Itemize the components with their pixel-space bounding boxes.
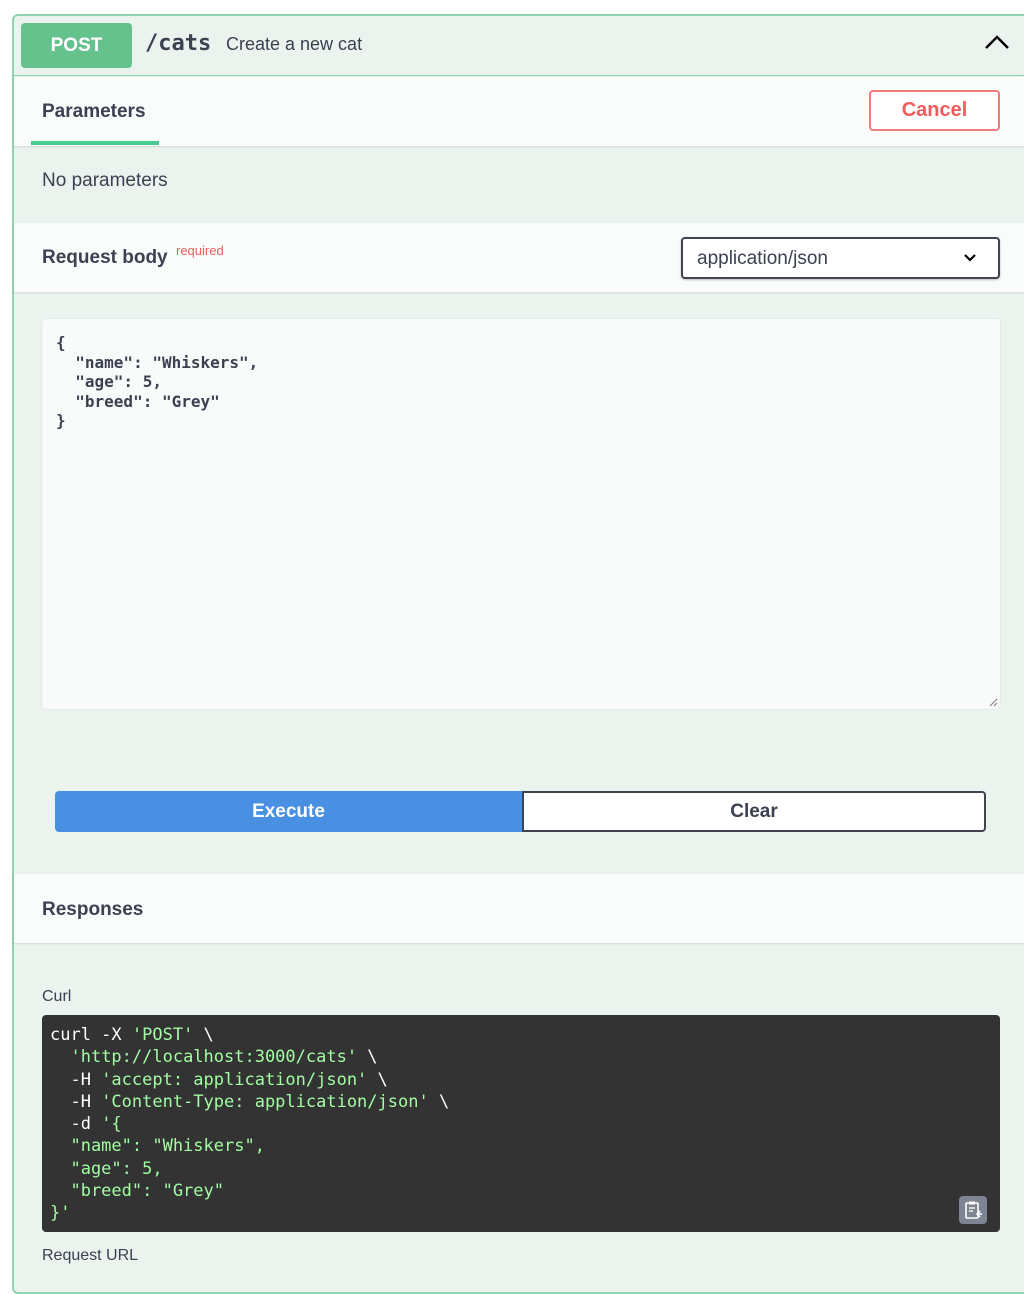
curl-command: curl -X 'POST' \ 'http://localhost:3000/… <box>50 1024 449 1225</box>
content-type-select[interactable]: application/json <box>681 237 1000 279</box>
chevron-up-icon[interactable] <box>984 34 1010 50</box>
operation-path: /cats <box>145 31 212 56</box>
curl-label: Curl <box>42 988 72 1005</box>
responses-title: Responses <box>42 899 144 920</box>
curl-token: "breed": "Grey" <box>50 1181 224 1202</box>
curl-token <box>50 1047 70 1067</box>
execute-button[interactable]: Execute <box>55 791 522 832</box>
tab-parameters[interactable]: Parameters <box>42 101 146 123</box>
curl-token: \ <box>367 1069 388 1090</box>
curl-token: -H <box>50 1069 102 1090</box>
content-type-value: application/json <box>697 248 828 269</box>
method-badge: POST <box>21 23 132 68</box>
cancel-button[interactable]: Cancel <box>869 90 1000 131</box>
curl-token: 'http://localhost:3000/cats' <box>70 1047 358 1068</box>
request-body-title: Request body <box>42 247 168 268</box>
operation-description: Create a new cat <box>226 34 363 54</box>
copy-to-clipboard-button[interactable] <box>959 1196 987 1224</box>
curl-token: \ <box>193 1025 214 1045</box>
parameters-header: Parameters Cancel <box>14 77 1024 146</box>
required-marker: required <box>176 243 224 258</box>
request-body-editor[interactable]: { "name": "Whiskers", "age": 5, "breed":… <box>42 319 1000 709</box>
curl-token: \ <box>357 1047 378 1068</box>
curl-token: "age": 5, <box>50 1158 163 1179</box>
operation-summary[interactable]: POST /cats Create a new cat <box>12 14 1024 76</box>
curl-token: }' <box>50 1203 71 1224</box>
chevron-down-icon <box>964 254 976 262</box>
curl-token: curl -X <box>50 1025 132 1045</box>
curl-token: \ <box>428 1091 450 1112</box>
curl-token: -d <box>50 1114 102 1135</box>
curl-code-block: curl -X 'POST' \ 'http://localhost:3000/… <box>42 1015 1000 1232</box>
request-url-label: Request URL <box>42 1247 139 1264</box>
curl-token: -H <box>50 1091 102 1112</box>
curl-token: "name": "Whiskers", <box>50 1136 265 1157</box>
curl-token: '{ <box>101 1114 122 1135</box>
tab-active-indicator <box>31 141 159 145</box>
no-parameters-text: No parameters <box>42 170 168 191</box>
responses-header: Responses <box>14 874 1024 943</box>
curl-token: 'accept: application/json' <box>101 1069 368 1090</box>
curl-token: 'Content-Type: application/json' <box>101 1091 429 1112</box>
clear-button[interactable]: Clear <box>522 791 986 832</box>
clipboard-copy-icon <box>965 1201 982 1219</box>
resize-handle-icon[interactable] <box>988 697 998 707</box>
request-body-json: { "name": "Whiskers", "age": 5, "breed":… <box>56 333 259 430</box>
request-body-header: Request body required application/json <box>14 223 1024 292</box>
curl-token: 'POST' <box>131 1025 194 1045</box>
